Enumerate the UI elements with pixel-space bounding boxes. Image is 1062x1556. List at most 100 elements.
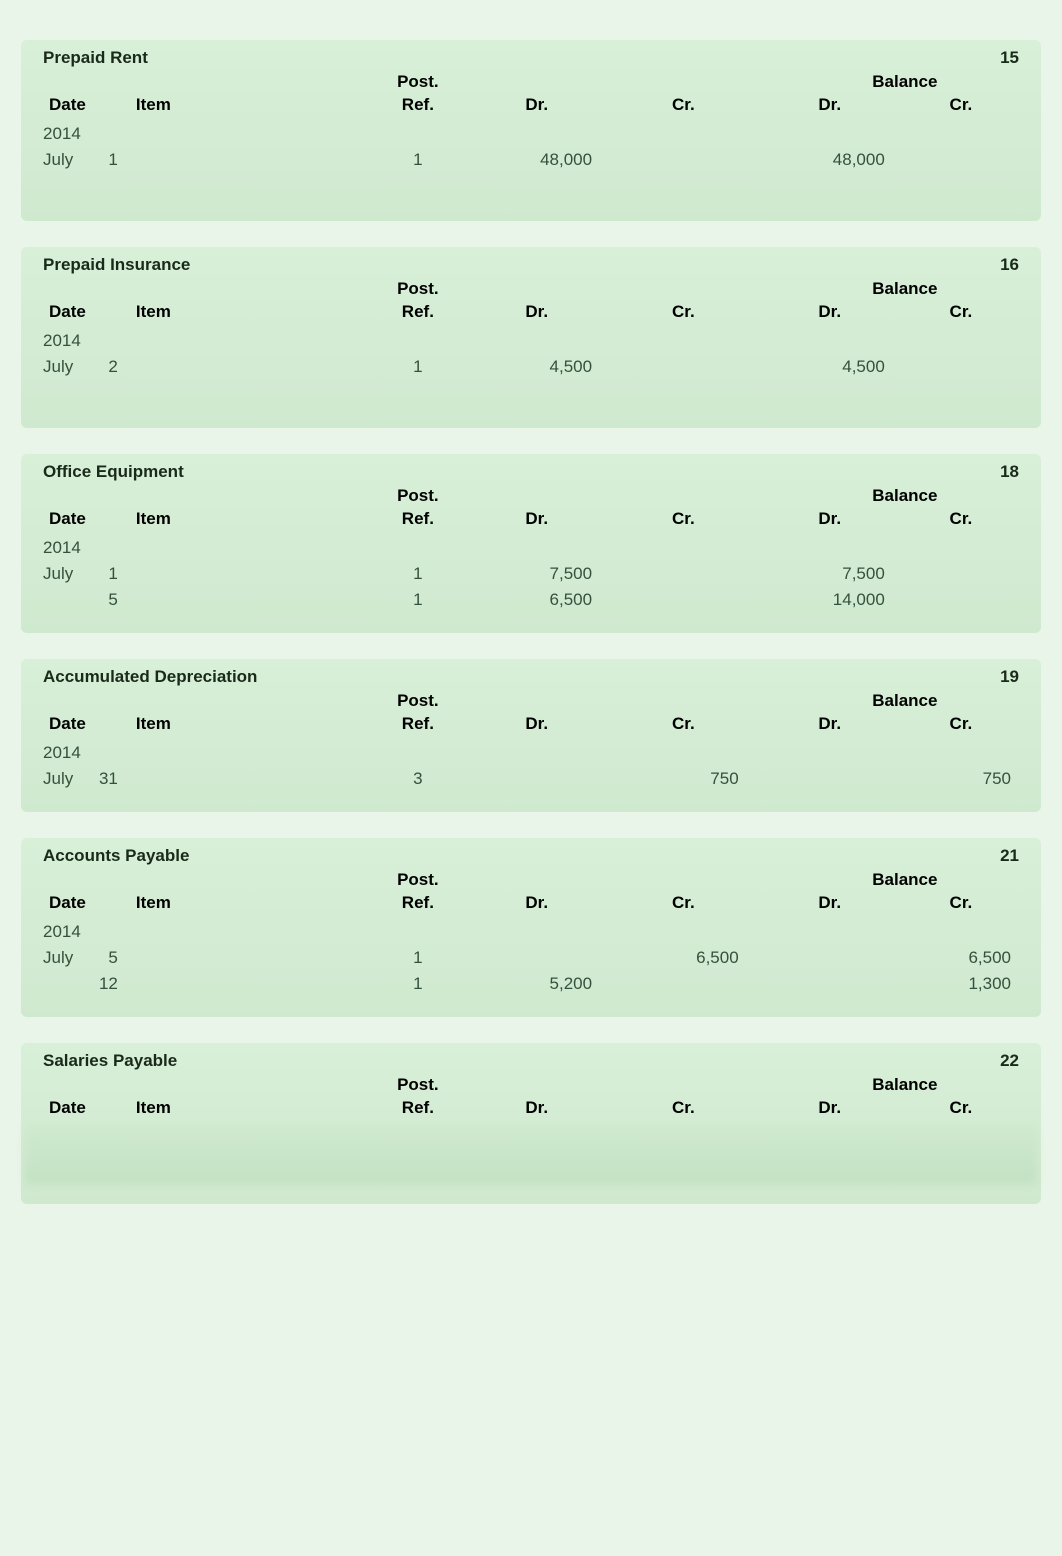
ledger-card: Prepaid Insurance16Post. Balance DateItemR…	[21, 247, 1041, 428]
header-bal-cr: Cr.	[905, 890, 1041, 919]
ledger-table: Post.BalanceDateItemRef.Dr.Cr.Dr.Cr.	[21, 1075, 1041, 1124]
cell-ref: 1	[360, 147, 475, 173]
header-bal-cr: Cr.	[905, 299, 1041, 328]
cell-month	[21, 971, 84, 997]
header-ref: Ref.	[360, 506, 475, 535]
cell-dr	[475, 766, 622, 792]
cell-bal-dr	[769, 945, 905, 971]
header-bal-cr: Cr.	[905, 1095, 1041, 1124]
cell-day: 12	[84, 971, 130, 997]
header-item: Item	[130, 299, 360, 328]
post-super-label: Post.	[360, 870, 475, 890]
cell-bal-dr: 14,000	[769, 587, 905, 613]
cell-dr: 7,500	[475, 561, 622, 587]
ledger-card: Office Equipment18Post.BalanceDateItemRe…	[21, 454, 1041, 633]
ledger-number: 21	[1000, 846, 1019, 866]
ledger-year-row: 2014	[21, 328, 1041, 354]
table-row: July214,5004,500	[21, 354, 1041, 380]
ledger-year-row: 2014	[21, 535, 1041, 561]
cell-bal-dr	[769, 766, 905, 792]
ledger-title: Prepaid Rent	[43, 48, 148, 68]
cell-bal-dr: 4,500	[769, 354, 905, 380]
header-bal-cr: Cr.	[905, 506, 1041, 535]
ledger-header-row: DateItemRef.Dr.Cr.Dr.Cr.	[21, 711, 1041, 740]
ledger-table: Post.BalanceDateItemRef.Dr.Cr.Dr.Cr.2014…	[21, 486, 1041, 613]
cell-cr	[622, 587, 769, 613]
cell-item	[130, 354, 360, 380]
header-ref: Ref.	[360, 1095, 475, 1124]
cell-month: July	[21, 766, 84, 792]
cell-bal-cr	[905, 147, 1041, 173]
header-dr: Dr.	[475, 92, 622, 121]
ledger-card: Accounts Payable21Post.BalanceDateItemRe…	[21, 838, 1041, 1017]
balance-super-label: Balance	[769, 691, 1041, 711]
ledger-number: 22	[1000, 1051, 1019, 1071]
header-dr: Dr.	[475, 506, 622, 535]
ledger-header-row: DateItemRef.Dr.Cr.Dr.Cr.	[21, 890, 1041, 919]
cell-bal-cr	[905, 587, 1041, 613]
ledger-number: 19	[1000, 667, 1019, 687]
cell-month: July	[21, 147, 84, 173]
ledger-title-row: Accumulated Depreciation 19	[21, 659, 1041, 691]
ledger-number: 18	[1000, 462, 1019, 482]
cell-item	[130, 587, 360, 613]
table-row: July1148,00048,000	[21, 147, 1041, 173]
cell-cr: 750	[622, 766, 769, 792]
header-bal-dr: Dr.	[769, 711, 905, 740]
header-cr: Cr.	[622, 711, 769, 740]
ledger-year: 2014	[21, 919, 1041, 945]
header-bal-dr: Dr.	[769, 506, 905, 535]
ledger-year-row: 2014	[21, 740, 1041, 766]
cell-ref: 1	[360, 561, 475, 587]
balance-super-label: Balance	[769, 279, 1041, 299]
header-date: Date	[21, 92, 130, 121]
cell-bal-dr: 7,500	[769, 561, 905, 587]
spacer-row	[21, 380, 1041, 408]
ledger-table: Post.BalanceDateItemRef.Dr.Cr.Dr.Cr.2014…	[21, 279, 1041, 408]
cell-bal-cr: 1,300	[905, 971, 1041, 997]
ledger-year: 2014	[21, 328, 1041, 354]
cell-month: July	[21, 354, 84, 380]
cell-bal-cr: 6,500	[905, 945, 1041, 971]
balance-super-label: Balance	[769, 870, 1041, 890]
header-cr: Cr.	[622, 1095, 769, 1124]
ledger-year-row: 2014	[21, 919, 1041, 945]
header-bal-dr: Dr.	[769, 92, 905, 121]
header-ref: Ref.	[360, 92, 475, 121]
cell-item	[130, 766, 360, 792]
header-item: Item	[130, 711, 360, 740]
cell-ref: 1	[360, 945, 475, 971]
post-super-label: Post.	[360, 279, 475, 299]
header-cr: Cr.	[622, 890, 769, 919]
blurred-content	[25, 1124, 1037, 1184]
spacer-row	[21, 173, 1041, 201]
cell-day: 1	[84, 147, 130, 173]
header-date: Date	[21, 711, 130, 740]
cell-ref: 1	[360, 354, 475, 380]
ledger-title: Salaries Payable	[43, 1051, 177, 1071]
header-dr: Dr.	[475, 890, 622, 919]
ledger-title-row: Prepaid Insurance16	[21, 247, 1041, 279]
ledger-title: Accumulated Depreciation	[43, 667, 257, 687]
header-dr: Dr.	[475, 711, 622, 740]
cell-cr	[622, 147, 769, 173]
ledger-number: 15	[1000, 48, 1019, 68]
cell-day: 5	[84, 587, 130, 613]
post-super-label: Post.	[360, 1075, 475, 1095]
cell-ref: 1	[360, 587, 475, 613]
ledger-card: Accumulated Depreciation19Post.BalanceDa…	[21, 659, 1041, 812]
cell-day: 1	[84, 561, 130, 587]
header-ref: Ref.	[360, 299, 475, 328]
ledger-title: Prepaid Insurance	[43, 255, 190, 275]
cell-cr	[622, 971, 769, 997]
header-date: Date	[21, 299, 130, 328]
cell-bal-dr: 48,000	[769, 147, 905, 173]
ledger-card: Salaries Payable 22 Post.BalanceDateItemRe…	[21, 1043, 1041, 1204]
cell-cr	[622, 354, 769, 380]
ledger-title-row: Prepaid Rent 15	[21, 40, 1041, 72]
cell-ref: 3	[360, 766, 475, 792]
cell-item	[130, 945, 360, 971]
header-cr: Cr.	[622, 299, 769, 328]
header-date: Date	[21, 1095, 130, 1124]
cell-ref: 1	[360, 971, 475, 997]
